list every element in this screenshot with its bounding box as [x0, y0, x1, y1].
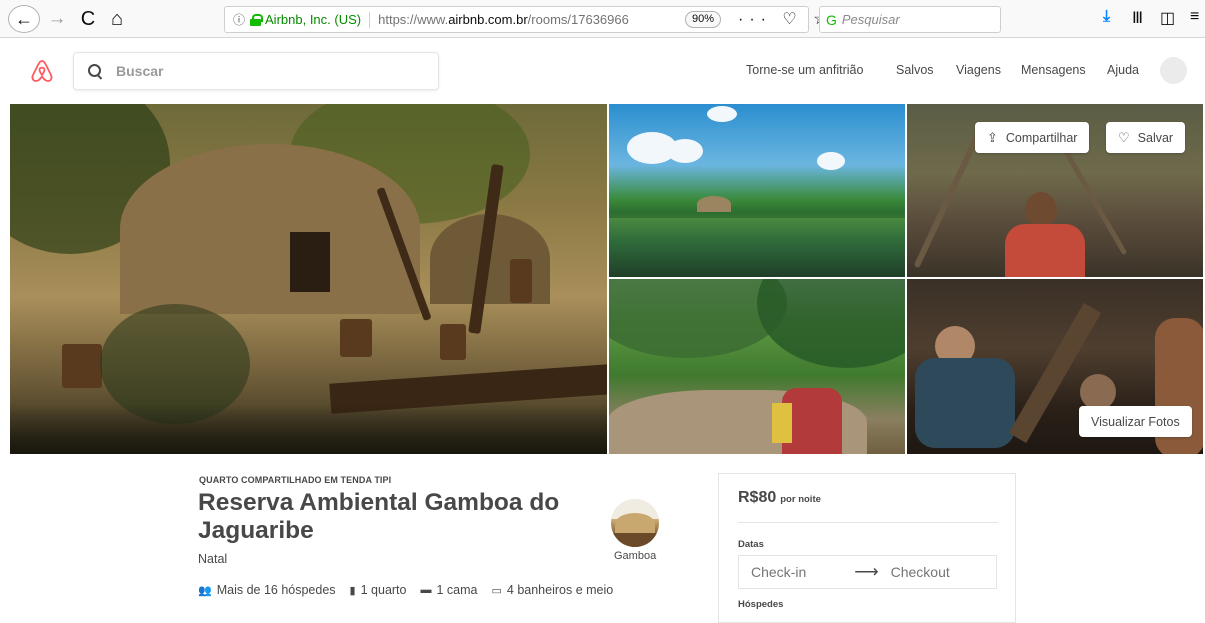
- share-button[interactable]: ⇪ Compartilhar: [975, 122, 1090, 153]
- main-photo[interactable]: [10, 104, 607, 454]
- site-search-input[interactable]: Buscar: [73, 52, 439, 90]
- url-path: /rooms/17636966: [527, 12, 629, 27]
- amenity-rooms-label: 1 quarto: [360, 583, 407, 597]
- amenity-guests: 👥 Mais de 16 hóspedes: [198, 583, 336, 597]
- amenity-guests-label: Mais de 16 hóspedes: [216, 583, 336, 597]
- guests-icon: 👥: [198, 584, 212, 597]
- guests-label: Hóspedes: [738, 599, 784, 610]
- listing-type: QUARTO COMPARTILHADO EM TENDA TIPI: [199, 475, 392, 485]
- download-icon[interactable]: ⤓: [1103, 8, 1110, 26]
- amenity-baths-label: 4 banheiros e meio: [506, 583, 614, 597]
- browser-search-placeholder: Pesquisar: [841, 12, 900, 27]
- forward-arrow-icon: →: [47, 8, 67, 29]
- photo-divider: [607, 277, 1203, 279]
- nav-trips[interactable]: Viagens: [956, 63, 1001, 77]
- photo-divider: [905, 104, 907, 454]
- photo-divider: [607, 104, 609, 454]
- url-prefix: https://www.: [378, 12, 449, 27]
- airbnb-logo-icon[interactable]: [30, 58, 54, 84]
- reload-button[interactable]: C: [76, 5, 100, 33]
- bath-icon: ▭: [491, 584, 502, 597]
- save-label: Salvar: [1137, 130, 1174, 145]
- nav-host[interactable]: Torne-se um anfitrião: [746, 63, 863, 77]
- photo-gallery: ⇪ Compartilhar ♡ Salvar Visualizar Fotos: [10, 104, 1203, 454]
- amenity-beds: ▬ 1 cama: [420, 583, 477, 597]
- amenity-rooms: ▮ 1 quarto: [350, 583, 407, 597]
- url-bar[interactable]: ⓘ Airbnb, Inc. (US) https://www.airbnb.c…: [224, 6, 809, 33]
- amenity-beds-label: 1 cama: [436, 583, 478, 597]
- card-divider: [738, 522, 998, 523]
- forward-button[interactable]: →: [45, 5, 69, 33]
- arrow-right-icon: ⟶: [854, 562, 879, 581]
- date-range-picker[interactable]: Check-in ⟶ Checkout: [738, 555, 997, 589]
- price-row: R$80 por noite: [738, 489, 821, 507]
- host-name[interactable]: Gamboa: [614, 550, 656, 562]
- back-button[interactable]: ←: [8, 5, 40, 33]
- library-icon[interactable]: Ⅲ: [1132, 8, 1143, 28]
- search-icon: [88, 64, 102, 78]
- hamburger-menu-icon[interactable]: ≡: [1190, 8, 1199, 26]
- heart-icon: ♡: [1118, 129, 1130, 145]
- share-label: Compartilhar: [1005, 130, 1078, 145]
- nightly-price: R$80: [738, 489, 777, 506]
- view-photos-button[interactable]: Visualizar Fotos: [1079, 406, 1192, 437]
- user-avatar[interactable]: [1160, 57, 1187, 84]
- site-identity[interactable]: Airbnb, Inc. (US): [265, 12, 361, 27]
- home-button[interactable]: ⌂: [104, 5, 130, 33]
- door-icon: ▮: [349, 584, 356, 597]
- zoom-indicator[interactable]: 90%: [685, 11, 722, 28]
- amenity-baths: ▭ 4 banheiros e meio: [491, 583, 613, 597]
- hut-group-photo[interactable]: [607, 278, 905, 454]
- share-icon: ⇪: [987, 129, 998, 145]
- listing-title: Reserva Ambiental Gamboa do Jaguaribe: [198, 489, 560, 544]
- host-avatar[interactable]: [611, 499, 659, 547]
- checkin-field[interactable]: Check-in: [751, 564, 806, 580]
- lock-icon: [250, 13, 264, 26]
- nav-saved[interactable]: Salvos: [896, 63, 934, 77]
- nav-help[interactable]: Ajuda: [1107, 63, 1139, 77]
- url-domain: airbnb.com.br: [448, 12, 528, 27]
- home-icon: ⌂: [110, 7, 124, 30]
- listing-city[interactable]: Natal: [198, 552, 227, 566]
- url-separator: [369, 11, 371, 28]
- browser-search-input[interactable]: G Pesquisar: [819, 6, 1001, 33]
- amenities-row: 👥 Mais de 16 hóspedes ▮ 1 quarto ▬ 1 cam…: [198, 583, 627, 597]
- info-icon[interactable]: ⓘ: [233, 11, 245, 28]
- dates-label: Datas: [738, 539, 764, 550]
- bed-icon: ▬: [420, 584, 432, 596]
- per-night-label: por noite: [780, 494, 821, 505]
- site-header: Buscar Torne-se um anfitrião Salvos Viag…: [0, 38, 1205, 104]
- nav-messages[interactable]: Mensagens: [1021, 63, 1086, 77]
- lake-photo[interactable]: [607, 104, 905, 278]
- view-photos-label: Visualizar Fotos: [1091, 414, 1180, 429]
- sidebar-icon[interactable]: ◫: [1160, 8, 1175, 28]
- save-button[interactable]: ♡ Salvar: [1106, 122, 1186, 153]
- reload-icon: C: [80, 7, 96, 30]
- url-text[interactable]: https://www.airbnb.com.br/rooms/17636966: [378, 12, 629, 27]
- search-engine-icon: G: [826, 11, 837, 28]
- browser-toolbar: ← → C ⌂ ⓘ Airbnb, Inc. (US) https://www.…: [0, 0, 1205, 38]
- site-search-placeholder: Buscar: [116, 63, 164, 79]
- booking-card: R$80 por noite Datas Check-in ⟶ Checkout…: [718, 473, 1016, 623]
- checkout-field[interactable]: Checkout: [891, 564, 950, 580]
- back-arrow-icon: ←: [15, 8, 33, 29]
